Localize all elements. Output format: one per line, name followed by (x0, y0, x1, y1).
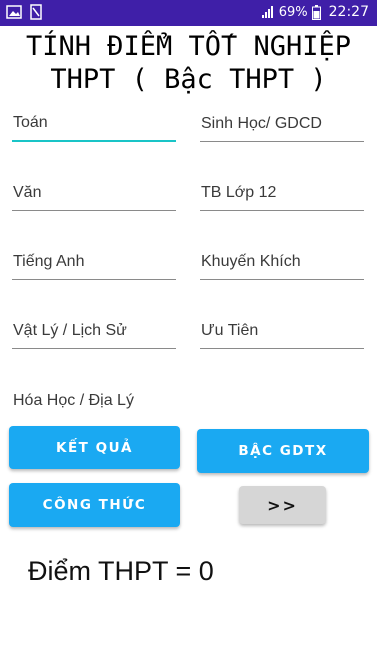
file-icon (28, 4, 44, 20)
uu-tien-hint: Ưu Tiên (201, 322, 259, 339)
hoahoc-dialy-hint: Hóa Học / Địa Lý (13, 392, 134, 409)
sinh-gdcd-input[interactable]: Sinh Học/ GDCD (200, 102, 364, 142)
tb-lop12-hint: TB Lớp 12 (201, 184, 277, 201)
toan-hint: Toán (13, 114, 48, 131)
vatly-lichsu-input[interactable]: Vật Lý / Lịch Sử (12, 309, 176, 349)
tb-lop12-input[interactable]: TB Lớp 12 (200, 171, 364, 211)
toan-input[interactable]: Toán (12, 102, 176, 142)
van-input[interactable]: Văn (12, 171, 176, 211)
battery-icon (311, 4, 321, 20)
image-icon (6, 4, 22, 20)
title-line-2: THPT ( Bậc THPT ) (50, 64, 327, 95)
title-line-1: TÍNH ĐIỂM TỐT NGHIỆP (25, 31, 352, 62)
result-text: Điểm THPT = 0 (28, 556, 214, 587)
status-left-icons (6, 4, 44, 20)
battery-percent: 69% (278, 4, 308, 20)
result-label: Điểm THPT = (28, 556, 199, 586)
next-button[interactable]: >> (239, 486, 326, 524)
tieng-anh-input[interactable]: Tiếng Anh (12, 240, 176, 280)
status-right: 69% 22:27 (261, 4, 369, 20)
khuyen-khich-input[interactable]: Khuyến Khích (200, 240, 364, 280)
hoahoc-dialy-input[interactable]: Hóa Học / Địa Lý (12, 378, 176, 418)
status-bar: 69% 22:27 (0, 0, 377, 26)
khuyen-khich-hint: Khuyến Khích (201, 253, 301, 270)
signal-icon (261, 5, 275, 19)
clock: 22:27 (328, 4, 369, 20)
result-value: 0 (198, 556, 214, 586)
tieng-anh-hint: Tiếng Anh (13, 253, 85, 270)
vatly-lichsu-hint: Vật Lý / Lịch Sử (13, 322, 127, 339)
van-hint: Văn (13, 184, 42, 201)
page-title: TÍNH ĐIỂM TỐT NGHIỆP THPT ( Bậc THPT ) (0, 30, 377, 96)
ket-qua-button[interactable]: KẾT QUẢ (9, 426, 180, 469)
uu-tien-input[interactable]: Ưu Tiên (200, 309, 364, 349)
sinh-gdcd-hint: Sinh Học/ GDCD (201, 115, 322, 132)
cong-thuc-button[interactable]: CÔNG THỨC (9, 483, 180, 527)
bac-gdtx-button[interactable]: BẬC GDTX (197, 429, 369, 473)
